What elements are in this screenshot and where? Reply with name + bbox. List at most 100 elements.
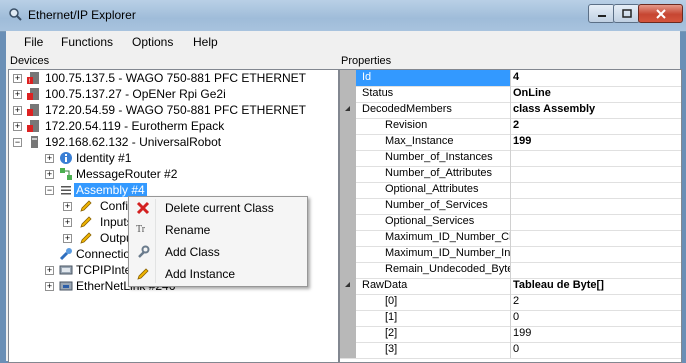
- expand-icon[interactable]: +: [45, 154, 54, 163]
- property-value[interactable]: [511, 182, 681, 198]
- maximize-icon: [621, 9, 632, 18]
- collapse-icon[interactable]: −: [45, 186, 54, 195]
- tree-device-label: 100.75.137.5 - WAGO 750-881 PFC ETHERNET: [45, 71, 306, 85]
- app-window: Ethernet/IP Explorer File Functions Opti…: [0, 0, 686, 363]
- tree-node-label-selected: Assembly #4: [74, 183, 147, 197]
- property-value[interactable]: [511, 150, 681, 166]
- expand-icon[interactable]: +: [63, 218, 72, 227]
- expand-icon[interactable]: +: [13, 90, 22, 99]
- row-gutter[interactable]: [340, 102, 356, 118]
- expand-icon[interactable]: +: [45, 170, 54, 179]
- property-row[interactable]: [0] 2: [340, 294, 681, 311]
- property-value[interactable]: 0: [511, 310, 681, 326]
- property-row[interactable]: [3] 0: [340, 342, 681, 359]
- property-value[interactable]: [511, 198, 681, 214]
- property-key: DecodedMembers: [356, 102, 511, 118]
- property-key: Optional_Services: [356, 214, 511, 230]
- minimize-button[interactable]: [588, 4, 615, 23]
- property-value[interactable]: 2: [511, 118, 681, 134]
- property-value[interactable]: 199: [511, 134, 681, 150]
- property-value[interactable]: OnLine: [511, 86, 681, 102]
- property-key: [1]: [356, 310, 511, 326]
- menu-functions[interactable]: Functions: [61, 35, 113, 49]
- menu-item-delete-class[interactable]: Delete current Class: [131, 197, 305, 219]
- property-key: Number_of_Attributes: [356, 166, 511, 182]
- property-row[interactable]: RawData Tableau de Byte[]: [340, 278, 681, 295]
- property-row[interactable]: Max_Instance 199: [340, 134, 681, 151]
- expand-icon[interactable]: +: [63, 234, 72, 243]
- property-row[interactable]: DecodedMembers class Assembly: [340, 102, 681, 119]
- menu-item-rename[interactable]: Tr Rename: [131, 219, 305, 241]
- expand-icon[interactable]: +: [13, 74, 22, 83]
- expand-icon[interactable]: +: [63, 202, 72, 211]
- property-value[interactable]: [511, 246, 681, 262]
- tree-device[interactable]: + ! 100.75.137.5 - WAGO 750-881 PFC ETHE…: [9, 70, 338, 86]
- property-row[interactable]: Optional_Attributes: [340, 182, 681, 199]
- device-error-icon: !: [27, 72, 39, 85]
- connection-icon: [59, 248, 72, 261]
- property-row[interactable]: Number_of_Services: [340, 198, 681, 215]
- property-value[interactable]: Tableau de Byte[]: [511, 278, 681, 294]
- property-value[interactable]: 2: [511, 294, 681, 310]
- property-row[interactable]: Optional_Services: [340, 214, 681, 231]
- property-value[interactable]: 0: [511, 342, 681, 358]
- property-key: Revision: [356, 118, 511, 134]
- pencil-icon: [137, 268, 149, 280]
- property-value[interactable]: [511, 262, 681, 278]
- device-error-icon: [27, 88, 39, 100]
- pencil-icon: [80, 200, 92, 212]
- menu-item-add-class[interactable]: Add Class: [131, 241, 305, 263]
- menu-help[interactable]: Help: [193, 35, 218, 49]
- menu-file[interactable]: File: [24, 35, 43, 49]
- maximize-button[interactable]: [613, 4, 640, 23]
- property-row[interactable]: Remain_Undecoded_Byte: [340, 262, 681, 279]
- property-row[interactable]: [1] 0: [340, 310, 681, 327]
- property-value[interactable]: [511, 214, 681, 230]
- expand-icon[interactable]: +: [45, 266, 54, 275]
- menu-options[interactable]: Options: [132, 35, 173, 49]
- property-grid[interactable]: Id 4 Status OnLine DecodedMembers class …: [339, 69, 682, 363]
- expand-icon[interactable]: +: [13, 122, 22, 131]
- collapse-triangle-icon[interactable]: [340, 102, 356, 118]
- tree-node-label: MessageRouter #2: [76, 167, 178, 181]
- expand-icon[interactable]: +: [13, 106, 22, 115]
- property-row[interactable]: Revision 2: [340, 118, 681, 135]
- tree-device-label: 172.20.54.119 - Eurotherm Epack: [45, 119, 225, 133]
- property-row[interactable]: [2] 199: [340, 326, 681, 343]
- tree-class-node[interactable]: + Identity #1: [9, 150, 338, 166]
- tree-device[interactable]: + 172.20.54.59 - WAGO 750-881 PFC ETHERN…: [9, 102, 338, 118]
- rename-icon: Tr: [136, 224, 146, 235]
- menu-item-add-instance[interactable]: Add Instance: [131, 263, 305, 285]
- ethernet-link-icon: [59, 281, 73, 291]
- tree-device[interactable]: + 172.20.54.119 - Eurotherm Epack: [9, 118, 338, 134]
- property-row[interactable]: Status OnLine: [340, 86, 681, 103]
- row-gutter[interactable]: [340, 278, 356, 294]
- window-title: Ethernet/IP Explorer: [28, 8, 136, 22]
- property-value[interactable]: 4: [511, 70, 681, 86]
- expand-icon[interactable]: +: [45, 282, 54, 291]
- property-key: Optional_Attributes: [356, 182, 511, 198]
- property-value[interactable]: [511, 166, 681, 182]
- property-key: [0]: [356, 294, 511, 310]
- property-row[interactable]: Maximum_ID_Number_Cla: [340, 230, 681, 247]
- wrench-icon: [138, 245, 150, 258]
- interface-icon: [59, 265, 73, 275]
- title-bar[interactable]: Ethernet/IP Explorer: [0, 0, 686, 32]
- close-button[interactable]: [638, 4, 683, 23]
- property-value[interactable]: [511, 230, 681, 246]
- property-row[interactable]: Maximum_ID_Number_Ins: [340, 246, 681, 263]
- devices-label: Devices: [10, 55, 50, 67]
- property-row[interactable]: Id 4: [340, 70, 681, 87]
- tree-device[interactable]: − 192.168.62.132 - UniversalRobot: [9, 134, 338, 150]
- magnifier-icon: [9, 8, 22, 21]
- property-value[interactable]: 199: [511, 326, 681, 342]
- collapse-icon[interactable]: −: [13, 138, 22, 147]
- tree-device[interactable]: + 100.75.137.27 - OpENer Rpi Ge2i: [9, 86, 338, 102]
- property-row[interactable]: Number_of_Attributes: [340, 166, 681, 183]
- tree-class-node[interactable]: + MessageRouter #2: [9, 166, 338, 182]
- property-key: Max_Instance: [356, 134, 511, 150]
- property-key: Id: [356, 70, 511, 86]
- property-row[interactable]: Number_of_Instances: [340, 150, 681, 167]
- property-value[interactable]: class Assembly: [511, 102, 681, 118]
- collapse-triangle-icon[interactable]: [340, 278, 356, 294]
